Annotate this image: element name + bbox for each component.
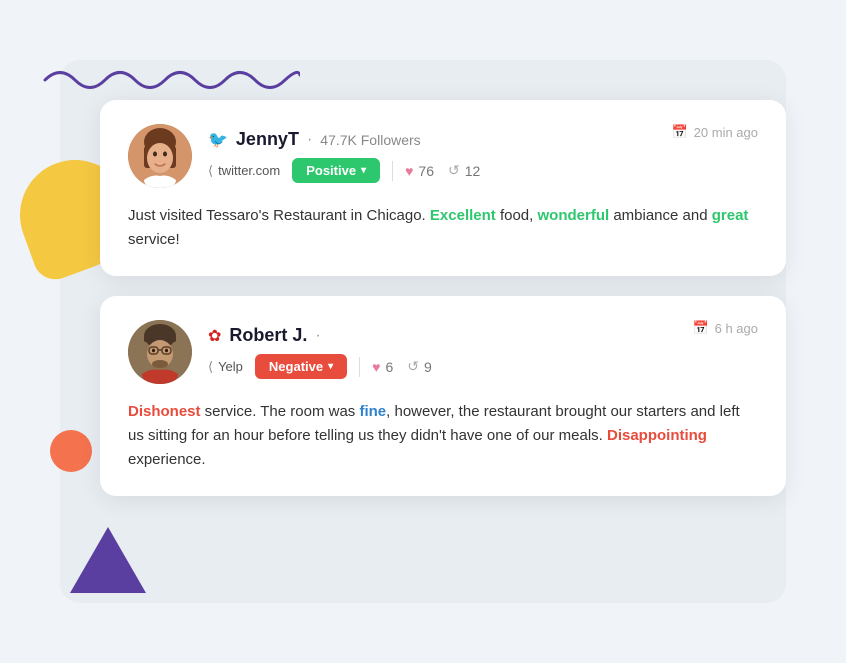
jenny-hearts: ♥ 76 (405, 163, 434, 179)
robert-card-body: Dishonest service. The room was fine, ho… (128, 400, 758, 472)
robert-dishonest: Dishonest (128, 403, 201, 420)
robert-source-text: Yelp (218, 359, 243, 374)
robert-bottom-row: ⟨ Yelp Negative ▾ ♥ 6 ↺ (208, 354, 692, 379)
robert-username: Robert J. (229, 325, 307, 346)
twitter-icon: 🐦 (208, 130, 228, 150)
cards-container: 🐦 JennyT · 47.7K Followers ⟨ twitter.com… (100, 100, 786, 496)
jenny-source: ⟨ twitter.com (208, 163, 280, 179)
jenny-followers: 47.7K Followers (320, 132, 420, 148)
jenny-heart-count: 76 (418, 163, 434, 179)
yelp-icon: ✿ (208, 326, 221, 346)
robert-heart-count: 6 (385, 359, 393, 375)
robert-card: ✿ Robert J. · ⟨ Yelp Negative ▾ (100, 296, 786, 496)
heart-icon: ♥ (405, 163, 413, 179)
share-icon: ⟨ (208, 163, 213, 179)
robert-hearts: ♥ 6 (372, 359, 393, 375)
robert-engagement: ♥ 6 ↺ 9 (372, 358, 432, 375)
robert-disappointing: Disappointing (607, 427, 707, 444)
robert-text-1: service. The room was (201, 403, 360, 420)
robert-timestamp: 📅 6 h ago (692, 320, 758, 336)
jenny-card-header: 🐦 JennyT · 47.7K Followers ⟨ twitter.com… (128, 124, 758, 188)
robert-retweets: ↺ 9 (407, 358, 432, 375)
jenny-wonderful: wonderful (537, 207, 609, 224)
jenny-retweet-count: 12 (465, 163, 481, 179)
jenny-time: 20 min ago (694, 125, 758, 140)
jenny-timestamp: 📅 20 min ago (671, 124, 758, 140)
robert-card-header: ✿ Robert J. · ⟨ Yelp Negative ▾ (128, 320, 758, 384)
jenny-username: JennyT (236, 129, 299, 150)
robert-dot: · (315, 327, 320, 345)
jenny-source-text: twitter.com (218, 163, 280, 178)
jenny-badge-chevron: ▾ (361, 165, 366, 176)
calendar-icon-2: 📅 (692, 320, 708, 336)
jenny-sentiment-badge[interactable]: Positive ▾ (292, 158, 380, 183)
robert-source: ⟨ Yelp (208, 359, 243, 375)
jenny-bottom-row: ⟨ twitter.com Positive ▾ ♥ 76 (208, 158, 671, 183)
jenny-divider (392, 161, 393, 181)
jenny-great: great (712, 207, 749, 224)
jenny-avatar (128, 124, 192, 188)
jenny-text-3: ambiance and (609, 207, 712, 224)
robert-avatar (128, 320, 192, 384)
retweet-icon: ↺ (448, 162, 460, 179)
robert-fine: fine (359, 403, 386, 420)
jenny-top-row: 🐦 JennyT · 47.7K Followers (208, 129, 671, 150)
share-icon-2: ⟨ (208, 359, 213, 375)
robert-top-row: ✿ Robert J. · (208, 325, 692, 346)
jenny-text-1: Just visited Tessaro's Restaurant in Chi… (128, 207, 430, 224)
robert-sentiment-badge[interactable]: Negative ▾ (255, 354, 347, 379)
robert-time: 6 h ago (715, 321, 758, 336)
wave-decoration (40, 60, 300, 100)
jenny-dot: · (307, 131, 312, 149)
jenny-retweets: ↺ 12 (448, 162, 480, 179)
jenny-card: 🐦 JennyT · 47.7K Followers ⟨ twitter.com… (100, 100, 786, 276)
jenny-card-body: Just visited Tessaro's Restaurant in Chi… (128, 204, 758, 252)
jenny-engagement: ♥ 76 ↺ 12 (405, 162, 480, 179)
robert-badge-chevron: ▾ (328, 361, 333, 372)
robert-user-info: ✿ Robert J. · ⟨ Yelp Negative ▾ (208, 325, 692, 379)
heart-icon-2: ♥ (372, 359, 380, 375)
jenny-excellent: Excellent (430, 207, 496, 224)
robert-retweet-count: 9 (424, 359, 432, 375)
jenny-user-info: 🐦 JennyT · 47.7K Followers ⟨ twitter.com… (208, 129, 671, 183)
robert-divider (359, 357, 360, 377)
purple-triangle (70, 527, 146, 593)
jenny-text-2: food, (496, 207, 538, 224)
robert-text-3: experience. (128, 451, 206, 468)
orange-circle (50, 430, 92, 472)
jenny-badge-label: Positive (306, 163, 356, 178)
calendar-icon: 📅 (671, 124, 687, 140)
jenny-text-4: service! (128, 231, 180, 248)
retweet-icon-2: ↺ (407, 358, 419, 375)
robert-badge-label: Negative (269, 359, 323, 374)
